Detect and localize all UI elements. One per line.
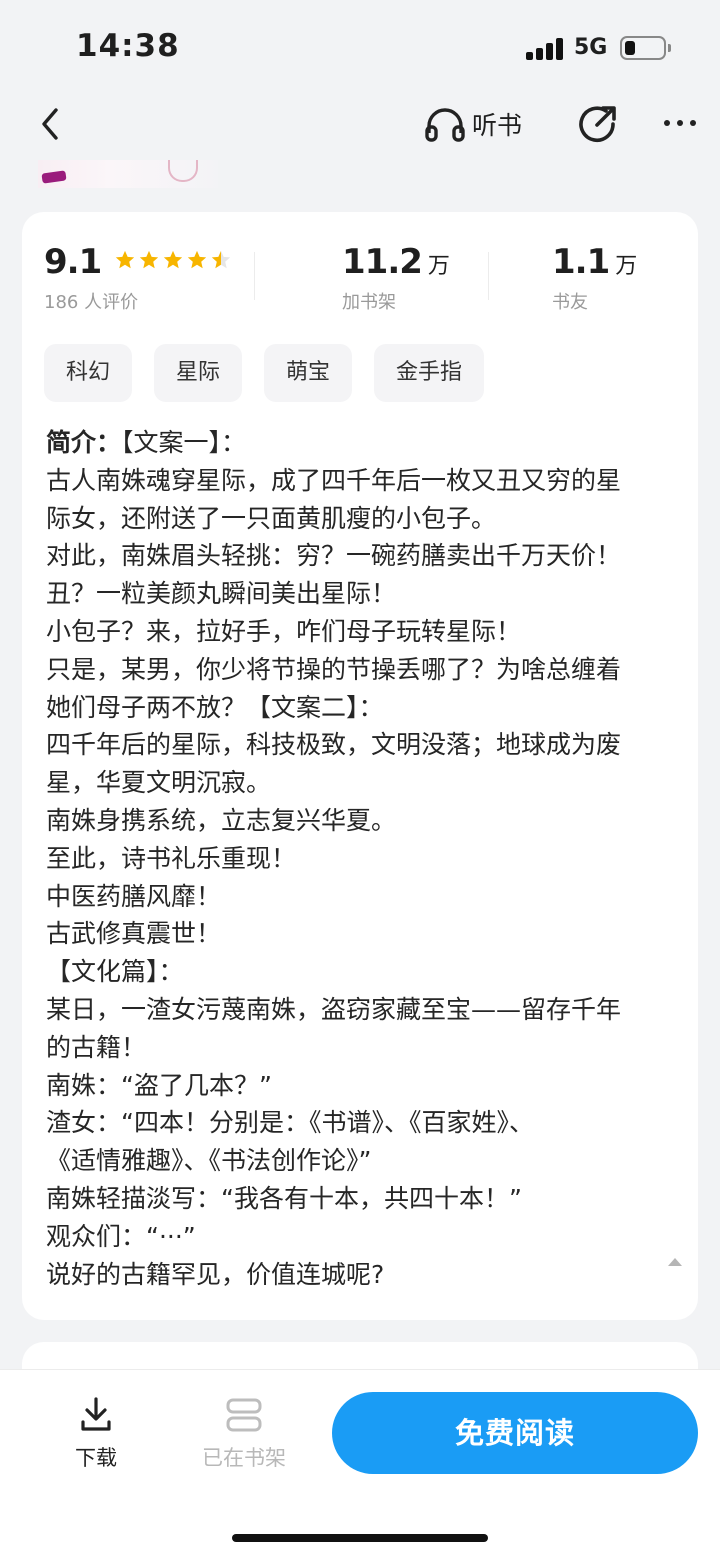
synopsis-line: 《适情雅趣》、《书法创作论》”: [46, 1146, 372, 1176]
friends-label: 书友: [552, 292, 588, 313]
listen-button[interactable]: 听书: [424, 102, 522, 146]
battery-tip: [668, 44, 671, 52]
star-icon: [116, 250, 135, 269]
synopsis-line: 南姝身携系统，立志复兴华夏。: [46, 805, 397, 835]
synopsis-line: 丑？一粒美颜丸瞬间美出星际！: [46, 579, 397, 609]
synopsis-line: 【文化篇】：: [46, 957, 184, 987]
synopsis-line: 中医药膳风靡！: [46, 881, 222, 911]
star-icon: [140, 250, 159, 269]
synopsis-line: 南姝：“盗了几本？”: [46, 1070, 272, 1100]
listen-label: 听书: [472, 111, 523, 140]
synopsis-line: 简介：【文案一】：: [46, 424, 682, 462]
back-button[interactable]: [36, 102, 70, 146]
synopsis-first-line: 【文案一】：: [121, 428, 247, 457]
shelf-count-block: 11.2 万 加书架: [342, 242, 450, 314]
star-icon: [164, 250, 183, 269]
friends-unit: 万: [615, 254, 638, 279]
star-icon: [188, 250, 207, 269]
nav-bar: 听书: [0, 92, 720, 154]
status-time: 14:38: [76, 28, 180, 64]
status-bar: 14:38 5G: [0, 0, 720, 92]
tag-item[interactable]: 星际: [154, 344, 243, 402]
on-shelf-label: 已在书架: [202, 1446, 286, 1470]
bottom-action-bar: 下载 已在书架 免费阅读: [0, 1370, 720, 1559]
share-button[interactable]: [576, 102, 620, 146]
tag-item[interactable]: 金手指: [374, 344, 485, 402]
headphones-icon: [425, 108, 465, 142]
synopsis-line: 古人南姝魂穿星际，成了四千年后一枚又丑又穷的星: [46, 465, 622, 495]
review-count: 186 人评价: [44, 292, 139, 313]
download-label: 下载: [75, 1446, 117, 1470]
synopsis-line: 古武修真震世！: [46, 919, 222, 949]
synopsis-line: 观众们：“···”: [46, 1221, 196, 1251]
cover-image: [38, 160, 218, 188]
collapse-icon[interactable]: [666, 1256, 684, 1268]
synopsis: 简介：【文案一】： 古人南姝魂穿星际，成了四千年后一枚又丑又穷的星 际女，还附送了…: [46, 424, 682, 1293]
synopsis-line: 际女，还附送了一只面黄肌瘦的小包子。: [46, 503, 497, 533]
signal-icon: [526, 38, 564, 60]
book-info-card: 9.1 186 人评价 11.2 万 加书架 1.1 万 书友 科幻 星际 萌宝 金…: [22, 212, 698, 1320]
home-indicator: [232, 1534, 488, 1542]
synopsis-line: 说好的古籍罕见，价值连城呢?: [46, 1259, 385, 1289]
synopsis-line: 她们母子两不放？【文案二】：: [46, 692, 384, 722]
synopsis-line: 渣女：“四本！分别是：《书谱》、《百家姓》、: [46, 1108, 534, 1138]
score-value: 9.1: [44, 242, 102, 282]
share-icon: [579, 106, 616, 143]
shelf-unit: 万: [427, 254, 450, 279]
rating-stars: [114, 249, 234, 271]
more-button[interactable]: [660, 106, 700, 140]
synopsis-line: 对此，南姝眉头轻挑：穷？一碗药膳卖出千万天价！: [46, 541, 622, 571]
star-icon: [212, 250, 231, 269]
bookshelf-icon: [226, 1398, 262, 1432]
shelf-label: 加书架: [342, 292, 396, 313]
battery-icon: [620, 36, 666, 60]
download-icon: [81, 1397, 111, 1431]
on-shelf-button[interactable]: 已在书架: [194, 1396, 294, 1476]
divider: [254, 252, 255, 300]
free-read-button[interactable]: 免费阅读: [332, 1392, 698, 1474]
shelf-count: 11.2: [342, 242, 423, 282]
divider: [488, 252, 489, 300]
more-dots-icon: [664, 120, 670, 126]
score-block: 9.1 186 人评价: [44, 242, 234, 314]
download-button[interactable]: 下载: [60, 1396, 132, 1476]
tag-item[interactable]: 萌宝: [264, 344, 353, 402]
synopsis-line: 至此，诗书礼乐重现！: [46, 843, 297, 873]
synopsis-line: 南姝轻描淡写：“我各有十本，共四十本！”: [46, 1183, 522, 1213]
tag-list: 科幻 星际 萌宝 金手指: [44, 344, 506, 402]
friends-count: 1.1: [552, 242, 610, 282]
synopsis-line: 四千年后的星际，科技极致，文明没落；地球成为废: [46, 730, 622, 760]
tag-item[interactable]: 科幻: [44, 344, 133, 402]
network-type: 5G: [574, 35, 608, 60]
synopsis-line: 的古籍！: [46, 1032, 147, 1062]
synopsis-line: 只是，某男，你少将节操的节操丢哪了？为啥总缠着: [46, 654, 622, 684]
synopsis-line: 小包子？来，拉好手，咋们母子玩转星际！: [46, 616, 522, 646]
chevron-left-icon: [42, 108, 58, 140]
friends-block: 1.1 万 书友: [552, 242, 637, 314]
synopsis-lead: 简介：: [46, 428, 122, 457]
synopsis-line: 某日，一渣女污蔑南姝，盗窃家藏至宝——留存千年: [46, 994, 622, 1024]
synopsis-line: 星，华夏文明沉寂。: [46, 768, 272, 798]
